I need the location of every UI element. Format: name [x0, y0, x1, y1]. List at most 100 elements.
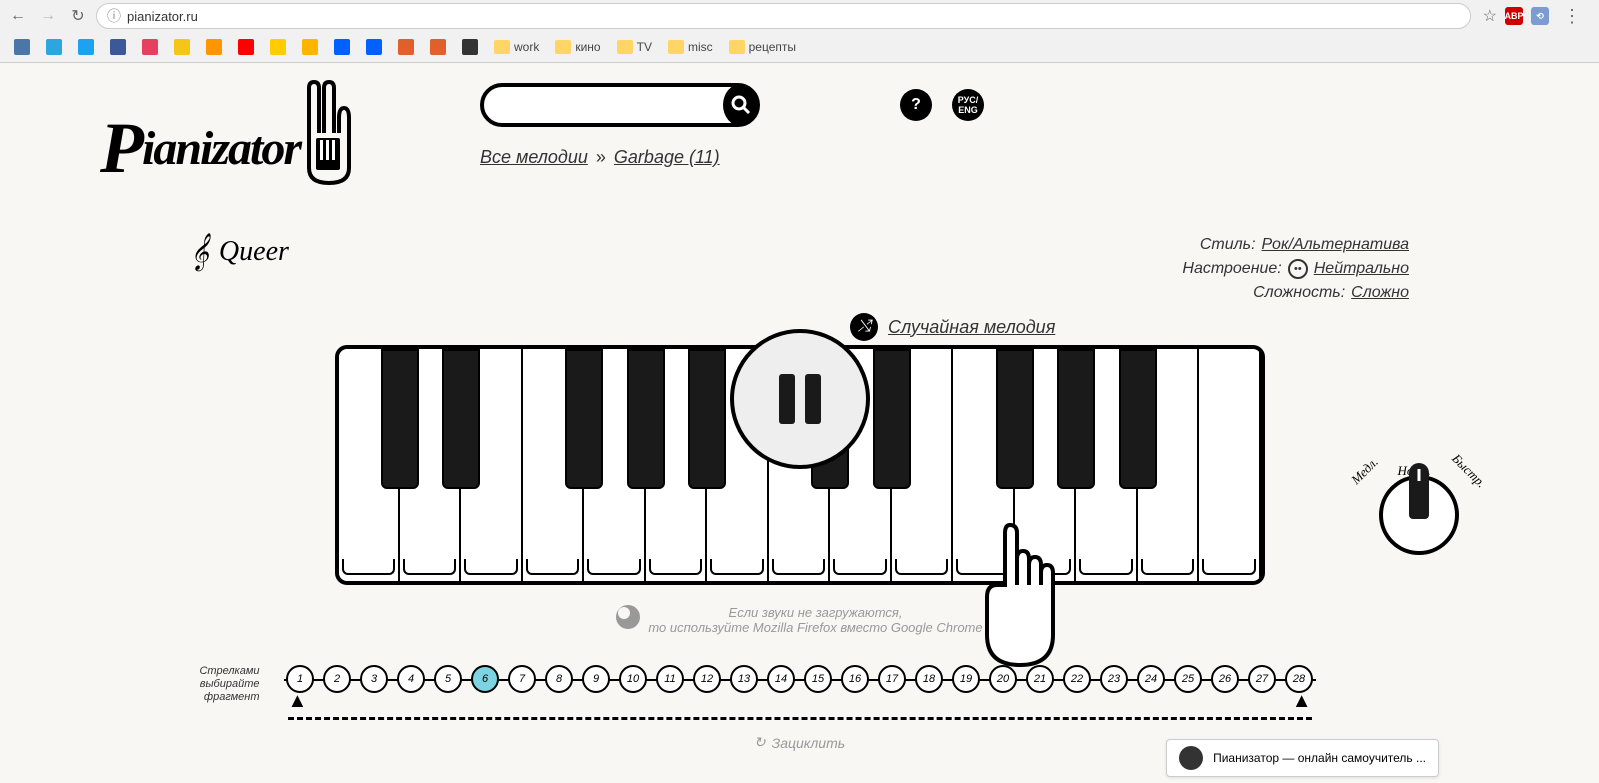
black-key[interactable]: [1057, 349, 1095, 489]
fragment-15[interactable]: 15: [804, 665, 832, 693]
search-button[interactable]: [723, 84, 758, 126]
info-icon: ⓘ: [107, 6, 121, 26]
url-text: pianizator.ru: [127, 9, 198, 24]
bookmark-item[interactable]: [168, 37, 196, 57]
address-bar[interactable]: ⓘ pianizator.ru: [96, 3, 1471, 29]
browser-chrome: ← → ↻ ⓘ pianizator.ru ☆ ABP ⟲ ⋮ workкино…: [0, 0, 1599, 63]
bookmark-item[interactable]: [72, 37, 100, 57]
forward-button[interactable]: →: [36, 4, 60, 28]
firefox-icon: [616, 605, 640, 629]
fragment-26[interactable]: 26: [1211, 665, 1239, 693]
style-label: Стиль:: [1200, 233, 1256, 257]
bookmark-folder[interactable]: рецепты: [723, 38, 802, 56]
mood-label: Настроение:: [1182, 257, 1281, 281]
black-key[interactable]: [996, 349, 1034, 489]
bookmark-item[interactable]: [104, 37, 132, 57]
black-key[interactable]: [381, 349, 419, 489]
black-key[interactable]: [873, 349, 911, 489]
reload-button[interactable]: ↻: [66, 4, 90, 28]
extension-icon[interactable]: ⟲: [1531, 7, 1549, 25]
bookmark-item[interactable]: [296, 37, 324, 57]
fragment-22[interactable]: 22: [1063, 665, 1091, 693]
fragment-5[interactable]: 5: [434, 665, 462, 693]
bookmark-item[interactable]: [360, 37, 388, 57]
style-link[interactable]: Рок/Альтернатива: [1262, 233, 1409, 257]
arrow-right-icon[interactable]: ▲: [1292, 690, 1312, 713]
fragment-28[interactable]: 28: [1285, 665, 1313, 693]
bookmark-item[interactable]: [424, 37, 452, 57]
bookmark-item[interactable]: [456, 37, 484, 57]
bookmark-item[interactable]: [8, 37, 36, 57]
black-key[interactable]: [442, 349, 480, 489]
fragment-6[interactable]: 6: [471, 665, 499, 693]
bookmark-item[interactable]: [40, 37, 68, 57]
bookmark-folder[interactable]: кино: [549, 38, 606, 56]
bookmark-item[interactable]: [232, 37, 260, 57]
bookmark-item[interactable]: [200, 37, 228, 57]
search-box: [480, 83, 760, 127]
arrow-left-icon[interactable]: ▲: [288, 690, 308, 713]
breadcrumb-artist[interactable]: Garbage (11): [614, 147, 720, 168]
black-key[interactable]: [627, 349, 665, 489]
fragment-selector: 1234567891011121314151617181920212223242…: [270, 665, 1330, 693]
fragment-1[interactable]: 1: [286, 665, 314, 693]
fragment-25[interactable]: 25: [1174, 665, 1202, 693]
bookmark-item[interactable]: [136, 37, 164, 57]
fragment-14[interactable]: 14: [767, 665, 795, 693]
play-pause-button[interactable]: [730, 329, 870, 469]
page-content: PPianizatorianizator: [0, 63, 1599, 783]
tempo-fast-label: Быстр.: [1448, 451, 1489, 492]
fragment-4[interactable]: 4: [397, 665, 425, 693]
dial-pointer[interactable]: [1409, 463, 1429, 519]
search-input[interactable]: [484, 96, 723, 114]
fragment-3[interactable]: 3: [360, 665, 388, 693]
fragment-27[interactable]: 27: [1248, 665, 1276, 693]
fragment-hint: Стрелками выбирайте фрагмент: [170, 665, 260, 704]
menu-button[interactable]: ⋮: [1557, 6, 1587, 27]
fragment-11[interactable]: 11: [656, 665, 684, 693]
fragment-17[interactable]: 17: [878, 665, 906, 693]
fragment-13[interactable]: 13: [730, 665, 758, 693]
loop-icon: ↻: [754, 734, 766, 751]
logo[interactable]: PPianizatorianizator: [100, 83, 440, 213]
bookmark-folder[interactable]: TV: [611, 38, 658, 56]
mood-link[interactable]: Нейтрально: [1314, 257, 1409, 281]
star-icon[interactable]: ☆: [1483, 6, 1497, 26]
adblock-icon[interactable]: ABP: [1505, 7, 1523, 25]
random-melody[interactable]: ⤭ Случайная мелодия: [850, 313, 1055, 341]
bookmark-item[interactable]: [392, 37, 420, 57]
fragment-9[interactable]: 9: [582, 665, 610, 693]
breadcrumb: Все мелодии » Garbage (11): [480, 147, 1499, 168]
black-key[interactable]: [688, 349, 726, 489]
fragment-18[interactable]: 18: [915, 665, 943, 693]
black-key[interactable]: [565, 349, 603, 489]
help-button[interactable]: ?: [900, 89, 932, 121]
vk-widget[interactable]: Пианизатор — онлайн самоучитель ...: [1166, 739, 1439, 777]
shuffle-icon: ⤭: [850, 313, 878, 341]
song-title: 𝄞 Queer: [190, 233, 289, 271]
bookmark-item[interactable]: [328, 37, 356, 57]
black-key[interactable]: [1119, 349, 1157, 489]
fragment-7[interactable]: 7: [508, 665, 536, 693]
breadcrumb-all[interactable]: Все мелодии: [480, 147, 588, 168]
fragment-24[interactable]: 24: [1137, 665, 1165, 693]
song-meta: Стиль: Рок/Альтернатива Настроение: •• Н…: [1182, 233, 1409, 305]
language-button[interactable]: РУС/ENG: [952, 89, 984, 121]
bookmarks-bar: workкино TVmiscрецепты: [0, 32, 1599, 62]
tempo-dial[interactable]: Медл. Норм. Быстр.: [1349, 463, 1489, 561]
difficulty-link[interactable]: Сложно: [1351, 281, 1409, 305]
white-key[interactable]: [1199, 349, 1260, 581]
back-button[interactable]: ←: [6, 4, 30, 28]
treble-clef-icon: 𝄞: [190, 233, 209, 271]
bookmark-folder[interactable]: work: [488, 38, 545, 56]
fragment-12[interactable]: 12: [693, 665, 721, 693]
browser-hint: Если звуки не загружаются, то используйт…: [0, 605, 1599, 635]
fragment-23[interactable]: 23: [1100, 665, 1128, 693]
fragment-range: ▲ ▲: [288, 717, 1312, 720]
fragment-10[interactable]: 10: [619, 665, 647, 693]
fragment-2[interactable]: 2: [323, 665, 351, 693]
bookmark-item[interactable]: [264, 37, 292, 57]
fragment-8[interactable]: 8: [545, 665, 573, 693]
fragment-16[interactable]: 16: [841, 665, 869, 693]
bookmark-folder[interactable]: misc: [662, 38, 719, 56]
